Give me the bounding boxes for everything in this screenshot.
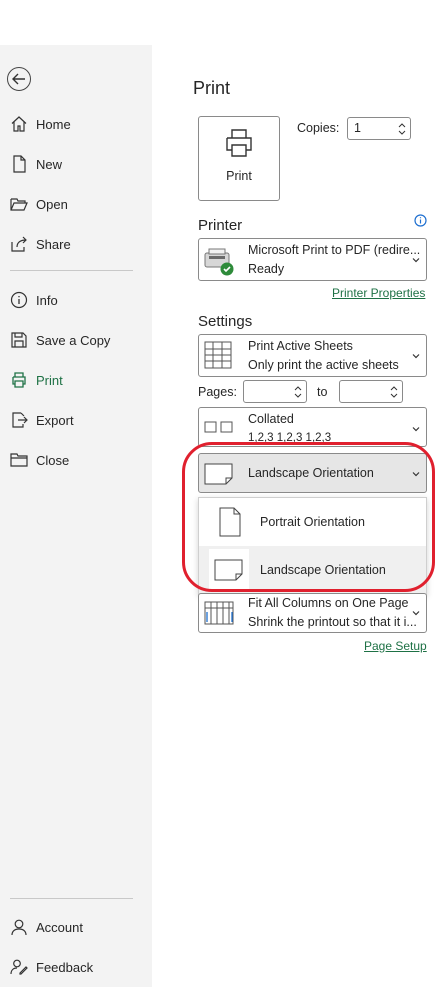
nav-home-label: Home bbox=[36, 116, 71, 132]
printer-info-icon[interactable] bbox=[414, 214, 427, 227]
print-scope-dropdown[interactable]: Print Active Sheets Only print the activ… bbox=[198, 334, 427, 377]
nav-open[interactable]: Open bbox=[0, 187, 152, 221]
nav-save-a-copy[interactable]: Save a Copy bbox=[0, 323, 152, 357]
copies-value: 1 bbox=[354, 121, 361, 135]
nav-print[interactable]: Print bbox=[0, 363, 152, 397]
nav-close[interactable]: Close bbox=[0, 443, 152, 477]
chevron-down-icon bbox=[390, 393, 398, 398]
new-document-icon bbox=[9, 154, 29, 174]
nav-open-label: Open bbox=[36, 196, 68, 212]
home-icon bbox=[9, 114, 29, 134]
printer-icon bbox=[226, 129, 252, 157]
share-icon bbox=[9, 234, 29, 254]
nav-feedback[interactable]: Feedback bbox=[0, 950, 152, 984]
pages-to-input[interactable] bbox=[339, 380, 403, 403]
pages-label: Pages: bbox=[198, 385, 237, 399]
feedback-icon bbox=[9, 957, 29, 977]
chevron-up-icon bbox=[398, 122, 406, 127]
highlight-annotation bbox=[182, 442, 435, 592]
collated-pages-icon bbox=[204, 421, 233, 433]
back-button[interactable] bbox=[7, 67, 31, 91]
sheet-grid-icon bbox=[204, 341, 232, 369]
pages-to-spin-arrows[interactable] bbox=[390, 381, 398, 402]
nav-new[interactable]: New bbox=[0, 147, 152, 181]
settings-section-heading: Settings bbox=[198, 313, 253, 330]
export-icon bbox=[9, 410, 29, 430]
account-icon bbox=[9, 917, 29, 937]
nav-account-label: Account bbox=[36, 919, 83, 935]
print-icon bbox=[9, 370, 29, 390]
pages-from-spin-arrows[interactable] bbox=[294, 381, 302, 402]
chevron-up-icon bbox=[294, 385, 302, 390]
printer-status: Ready bbox=[248, 262, 285, 276]
printer-properties-link[interactable]: Printer Properties bbox=[332, 286, 425, 300]
printer-dropdown[interactable]: Microsoft Print to PDF (redire... Ready bbox=[198, 238, 427, 281]
nav-info-label: Info bbox=[36, 292, 58, 308]
nav-export[interactable]: Export bbox=[0, 403, 152, 437]
page-title: Print bbox=[193, 78, 231, 98]
chevron-down-icon bbox=[398, 130, 406, 135]
pages-from-input[interactable] bbox=[243, 380, 307, 403]
save-icon bbox=[9, 330, 29, 350]
print-scope-desc: Only print the active sheets bbox=[248, 358, 399, 372]
nav-share[interactable]: Share bbox=[0, 227, 152, 261]
print-button[interactable]: Print bbox=[198, 116, 280, 201]
copies-label: Copies: bbox=[297, 121, 340, 135]
fit-columns-icon bbox=[204, 601, 234, 625]
printer-section-heading: Printer bbox=[198, 217, 243, 234]
nav-save-a-copy-label: Save a Copy bbox=[36, 332, 111, 348]
sidebar-divider bbox=[10, 270, 133, 271]
printer-device-icon bbox=[204, 248, 234, 276]
copies-input[interactable]: 1 bbox=[347, 117, 411, 140]
sidebar-bottom-divider bbox=[10, 898, 133, 899]
nav-account[interactable]: Account bbox=[0, 910, 152, 944]
nav-close-label: Close bbox=[36, 452, 70, 468]
chevron-down-icon bbox=[412, 611, 420, 616]
collation-dropdown[interactable]: Collated 1,2,3 1,2,3 1,2,3 bbox=[198, 407, 427, 447]
chevron-down-icon bbox=[412, 354, 420, 359]
scaling-dropdown[interactable]: Fit All Columns on One Page Shrink the p… bbox=[198, 593, 427, 633]
chevron-down-icon bbox=[412, 427, 420, 432]
printer-name: Microsoft Print to PDF (redire... bbox=[248, 243, 421, 257]
nav-info[interactable]: Info bbox=[0, 283, 152, 317]
scaling-title: Fit All Columns on One Page bbox=[248, 596, 409, 610]
nav-feedback-label: Feedback bbox=[36, 959, 94, 975]
chevron-up-icon bbox=[390, 385, 398, 390]
print-button-label: Print bbox=[226, 169, 252, 183]
chevron-down-icon bbox=[294, 393, 302, 398]
pages-to-label: to bbox=[317, 385, 328, 399]
nav-new-label: New bbox=[36, 156, 63, 172]
nav-share-label: Share bbox=[36, 236, 71, 252]
nav-home[interactable]: Home bbox=[0, 107, 152, 141]
page-setup-link[interactable]: Page Setup bbox=[364, 639, 427, 653]
print-scope-title: Print Active Sheets bbox=[248, 339, 353, 353]
nav-export-label: Export bbox=[36, 412, 74, 428]
close-folder-icon bbox=[9, 450, 29, 470]
folder-open-icon bbox=[9, 194, 29, 214]
copies-spin-arrows[interactable] bbox=[398, 118, 406, 139]
back-arrow-icon bbox=[12, 73, 25, 85]
scaling-desc: Shrink the printout so that it i... bbox=[248, 615, 417, 629]
info-icon bbox=[9, 290, 29, 310]
collation-title: Collated bbox=[248, 412, 294, 426]
chevron-down-icon bbox=[412, 258, 420, 263]
title-bar bbox=[0, 0, 443, 45]
nav-print-label: Print bbox=[36, 372, 63, 388]
